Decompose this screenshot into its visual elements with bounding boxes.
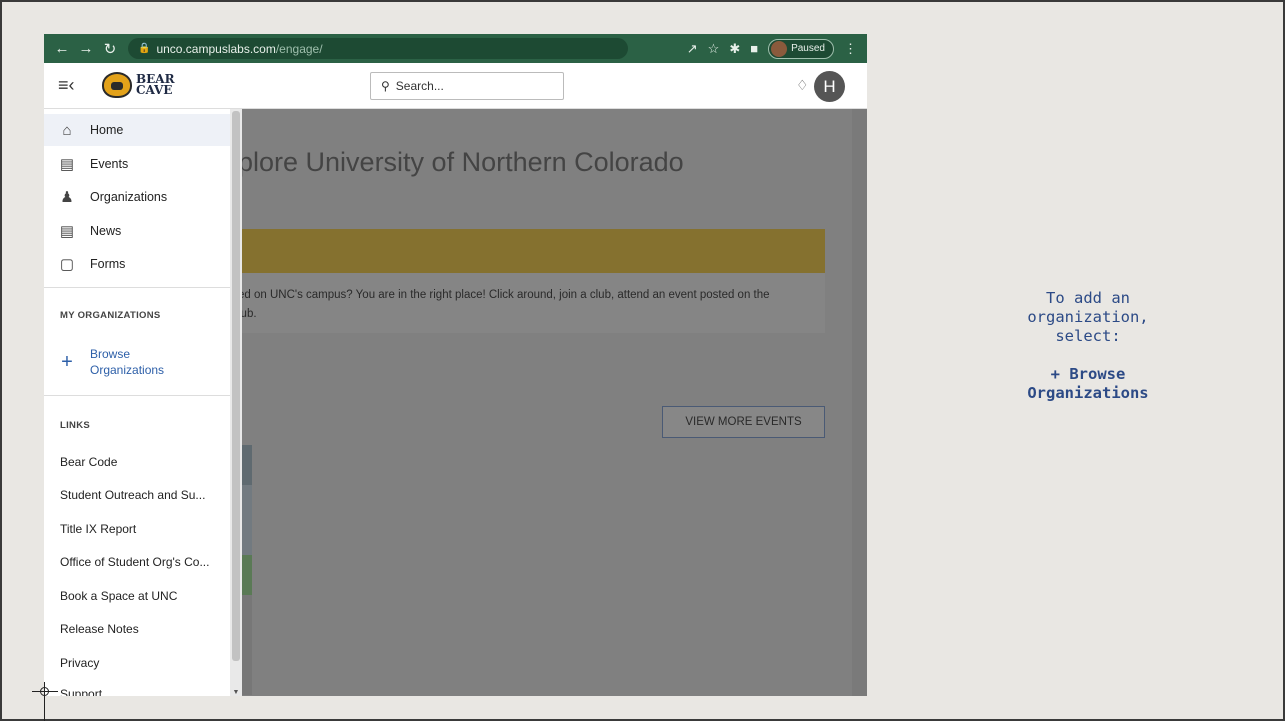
link-bear-code[interactable]: Bear Code — [60, 455, 117, 469]
search-placeholder: Search... — [395, 79, 444, 93]
bear-cave-logo[interactable]: BEAR CAVE — [102, 72, 175, 98]
browse-organizations-button[interactable]: + Browse Organizations — [44, 346, 230, 378]
sidebar-item-label: Events — [90, 157, 129, 171]
browser-window: ← → ↻ 🔒 unco.campuslabs.com/engage/ ↗ ☆ … — [44, 34, 867, 696]
view-more-events-button[interactable]: VIEW MORE EVENTS — [662, 406, 825, 438]
sidebar-scrollbar-thumb[interactable] — [232, 111, 240, 661]
sidebar-divider — [44, 287, 230, 288]
sidebar-item-home[interactable]: ⌂ Home — [44, 114, 230, 146]
address-bar[interactable]: 🔒 unco.campuslabs.com/engage/ — [128, 38, 628, 59]
browser-menu-icon[interactable]: ⋮ — [844, 41, 857, 57]
sidebar-item-label: Home — [90, 123, 124, 137]
link-privacy[interactable]: Privacy — [60, 656, 99, 670]
links-heading: LINKS — [60, 420, 90, 431]
home-icon: ⌂ — [62, 121, 72, 139]
url-host: unco.campuslabs.com — [156, 41, 276, 56]
link-title-ix-report[interactable]: Title IX Report — [60, 522, 136, 536]
user-avatar[interactable]: H — [814, 71, 845, 102]
page-title: plore University of Northern Colorado — [238, 147, 684, 177]
sidebar: ⌂ Home ▤ Events ♟ Organizations ▤ News ▢… — [44, 109, 230, 696]
sidebar-item-events[interactable]: ▤ Events — [44, 148, 230, 180]
caption-bold-line2: Organizations — [1027, 384, 1149, 402]
gold-banner — [238, 229, 825, 273]
logo-line2: CAVE — [136, 83, 173, 97]
sidebar-item-label: Forms — [90, 257, 126, 271]
app-header: ≡‹ BEAR CAVE ⚲ Search... ♢ H — [44, 63, 867, 109]
sidebar-divider — [44, 395, 230, 396]
caption-line2: organization, — [1027, 308, 1149, 326]
link-support[interactable]: Support — [60, 687, 102, 696]
intro-text: ed on UNC's campus? You are in the right… — [238, 286, 828, 324]
intro-line1: ed on UNC's campus? You are in the right… — [238, 289, 770, 301]
plus-icon: + — [61, 350, 73, 373]
lock-icon: 🔒 — [138, 43, 151, 54]
link-book-a-space[interactable]: Book a Space at UNC — [60, 589, 177, 603]
notification-bell-icon[interactable]: ♢ — [796, 77, 809, 94]
logo-text: BEAR CAVE — [136, 73, 175, 97]
bear-logo-icon — [102, 72, 132, 98]
scroll-down-arrow-icon[interactable]: ▼ — [232, 689, 240, 696]
reload-icon[interactable]: ↻ — [98, 40, 122, 58]
form-icon: ▢ — [59, 256, 75, 273]
sidebar-item-news[interactable]: ▤ News — [44, 215, 230, 247]
news-icon: ▤ — [59, 223, 75, 240]
sidebar-scrollbar[interactable]: ▼ — [230, 109, 242, 696]
menu-collapse-icon[interactable]: ≡‹ — [58, 75, 75, 96]
share-icon[interactable]: ↗ — [687, 41, 698, 57]
search-input[interactable]: ⚲ Search... — [370, 72, 564, 100]
url-path: /engage/ — [275, 41, 323, 56]
link-release-notes[interactable]: Release Notes — [60, 622, 139, 636]
star-icon[interactable]: ☆ — [708, 41, 720, 57]
search-icon: ⚲ — [381, 79, 390, 93]
link-office-student-orgs[interactable]: Office of Student Org's Co... — [60, 555, 209, 569]
cursor-icon — [40, 687, 49, 696]
sidebar-item-label: News — [90, 224, 122, 238]
sidepanel-icon[interactable]: ■ — [750, 41, 758, 56]
forward-arrow-icon[interactable]: → — [74, 40, 98, 57]
slide: ← → ↻ 🔒 unco.campuslabs.com/engage/ ↗ ☆ … — [0, 0, 1285, 721]
profile-avatar-icon — [771, 40, 788, 57]
browser-toolbar: ← → ↻ 🔒 unco.campuslabs.com/engage/ ↗ ☆ … — [44, 34, 867, 63]
sidebar-item-label: Organizations — [90, 190, 168, 204]
extensions-icon[interactable]: ✱ — [729, 41, 740, 57]
browse-line1: Browse — [90, 347, 131, 361]
profile-status: Paused — [791, 43, 825, 54]
people-icon: ♟ — [60, 189, 74, 206]
link-student-outreach[interactable]: Student Outreach and Su... — [60, 488, 205, 502]
caption-line1: To add an — [1046, 289, 1130, 307]
sidebar-item-organizations[interactable]: ♟ Organizations — [44, 181, 230, 213]
browse-line2: Organizations — [90, 363, 165, 377]
caption-bold-line1: + Browse — [1050, 365, 1126, 383]
sidebar-item-forms[interactable]: ▢ Forms — [44, 248, 230, 280]
profile-button[interactable]: Paused — [768, 38, 834, 59]
my-organizations-heading: MY ORGANIZATIONS — [60, 310, 161, 321]
back-arrow-icon[interactable]: ← — [50, 40, 74, 57]
calendar-icon: ▤ — [59, 156, 75, 173]
browser-actions: ↗ ☆ ✱ ■ Paused ⋮ — [687, 38, 867, 59]
browse-organizations-label: Browse Organizations — [90, 346, 164, 378]
caption-line3: select: — [1055, 327, 1121, 345]
instruction-caption: To add an organization, select: + Browse… — [972, 289, 1204, 403]
